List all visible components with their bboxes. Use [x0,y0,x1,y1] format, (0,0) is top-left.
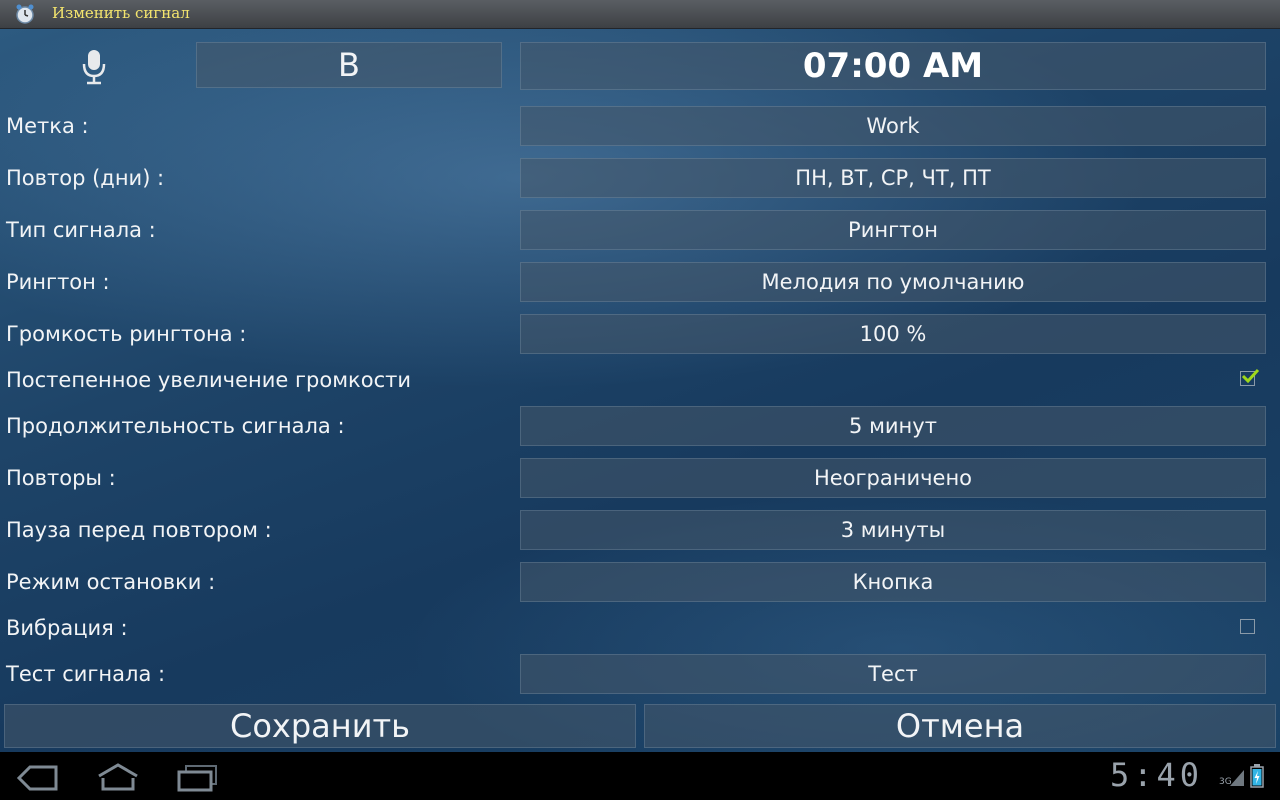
label-ringtone: Рингтон : [6,270,110,294]
stop-mode-field[interactable]: Кнопка [520,562,1266,602]
home-icon[interactable] [96,762,140,792]
b-button[interactable]: В [196,42,502,88]
label-metka: Метка : [6,114,89,138]
save-button[interactable]: Сохранить [4,704,636,748]
checkmark-icon [1241,368,1260,384]
label-vibration: Вибрация : [6,616,128,640]
label-ringtone-volume: Громкость рингтона : [6,322,247,346]
test-signal-button[interactable]: Тест [520,654,1266,694]
gradual-volume-checkbox[interactable] [1240,368,1260,386]
label-duration: Продолжительность сигнала : [6,414,345,438]
signal-type-field[interactable]: Рингтон [520,210,1266,250]
label-snooze-pause: Пауза перед повтором : [6,518,272,542]
status-clock[interactable]: 5:40 [1110,756,1203,794]
title-bar: Изменить сигнал [0,0,1280,29]
repeat-days-field[interactable]: ПН, ВТ, СР, ЧТ, ПТ [520,158,1266,198]
label-gradual-volume: Постепенное увеличение громкости [6,368,411,392]
alarm-clock-icon [16,4,34,24]
label-field[interactable]: Work [520,106,1266,146]
ringtone-volume-field[interactable]: 100 % [520,314,1266,354]
signal-icon [1230,770,1244,786]
label-stop-mode: Режим остановки : [6,570,216,594]
battery-charging-icon [1250,764,1264,788]
label-repeat-days: Повтор (дни) : [6,166,165,190]
repeats-field[interactable]: Неограничено [520,458,1266,498]
microphone-icon[interactable] [80,48,108,86]
cancel-button[interactable]: Отмена [644,704,1276,748]
time-button[interactable]: 07:00 AM [520,42,1266,90]
vibration-checkbox[interactable] [1240,619,1255,634]
back-icon[interactable] [16,764,58,792]
label-test-signal: Тест сигнала : [6,662,166,686]
label-signal-type: Тип сигнала : [6,218,156,242]
window-title: Изменить сигнал [52,4,190,22]
recent-apps-icon[interactable] [176,764,218,792]
duration-field[interactable]: 5 минут [520,406,1266,446]
snooze-pause-field[interactable]: 3 минуты [520,510,1266,550]
label-repeats: Повторы : [6,466,116,490]
ringtone-field[interactable]: Мелодия по умолчанию [520,262,1266,302]
